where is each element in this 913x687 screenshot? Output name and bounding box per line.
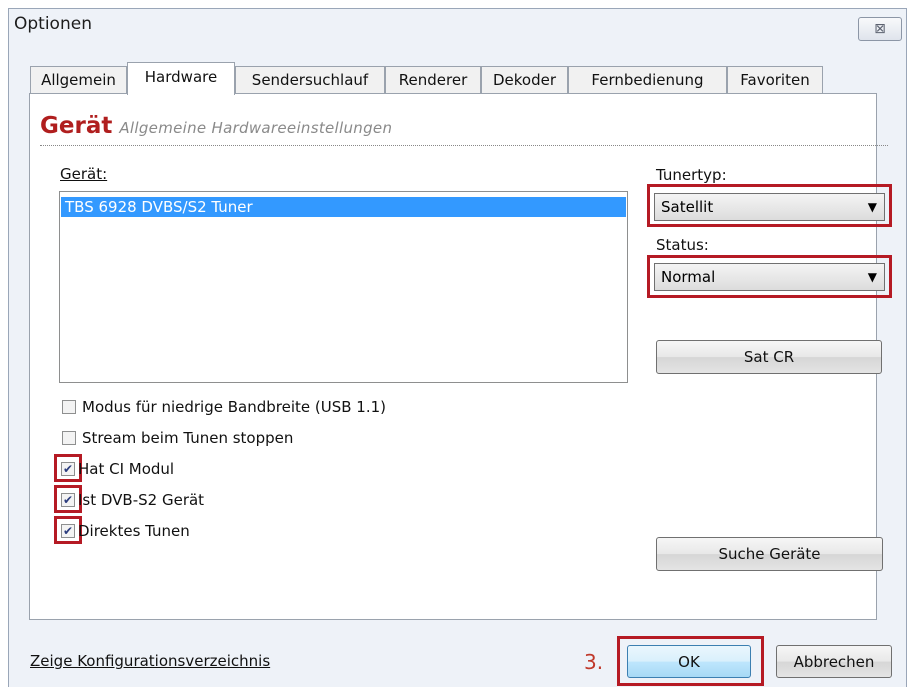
cancel-button[interactable]: Abbrechen: [776, 645, 892, 678]
checkbox-box[interactable]: ✔: [61, 524, 75, 538]
section-heading: Gerät Allgemeine Hardwareeinstellungen: [40, 113, 392, 139]
tab-favoriten[interactable]: Favoriten: [727, 66, 823, 93]
checkbox-label: Modus für niedrige Bandbreite (USB 1.1): [82, 398, 386, 416]
checkbox-label: Direktes Tunen: [78, 522, 190, 540]
tunertyp-label: Tunertyp:: [656, 166, 727, 184]
section-subtitle: Allgemeine Hardwareeinstellungen: [119, 119, 393, 137]
tab-sendersuchlauf[interactable]: Sendersuchlauf: [235, 66, 385, 93]
checkbox-dvb-s2[interactable]: ✔ Ist DVB-S2 Gerät: [61, 491, 204, 509]
status-value: Normal: [661, 268, 716, 286]
checkbox-ci-module[interactable]: ✔ Hat CI Modul: [61, 460, 174, 478]
ok-button[interactable]: OK: [627, 645, 751, 678]
sat-cr-button[interactable]: Sat CR: [656, 340, 882, 374]
checkbox-label: Ist DVB-S2 Gerät: [78, 491, 205, 509]
checkbox-low-bandwidth[interactable]: Modus für niedrige Bandbreite (USB 1.1): [62, 398, 386, 416]
tab-fernbedienung[interactable]: Fernbedienung: [568, 66, 727, 93]
tunertyp-select[interactable]: Satellit ▼: [654, 193, 885, 221]
status-select[interactable]: Normal ▼: [654, 263, 885, 291]
checkbox-box[interactable]: [62, 431, 76, 445]
list-item[interactable]: TBS 6928 DVBS/S2 Tuner: [61, 197, 626, 217]
tab-dekoder[interactable]: Dekoder: [481, 66, 568, 93]
checkmark-icon: ✔: [62, 493, 74, 507]
chevron-down-icon: ▼: [867, 200, 877, 214]
section-divider: [40, 145, 888, 146]
status-label: Status:: [656, 236, 709, 254]
device-label: Gerät:: [60, 165, 108, 183]
checkmark-icon: ✔: [62, 462, 74, 476]
window-title: Optionen: [14, 14, 92, 34]
tab-allgemein[interactable]: Allgemein: [30, 66, 127, 93]
device-listbox[interactable]: TBS 6928 DVBS/S2 Tuner: [59, 191, 628, 383]
tab-renderer[interactable]: Renderer: [385, 66, 481, 93]
section-title: Gerät: [40, 113, 113, 139]
checkbox-direct-tuning[interactable]: ✔ Direktes Tunen: [61, 522, 190, 540]
checkbox-label: Stream beim Tunen stoppen: [82, 429, 294, 447]
close-button[interactable]: ⊠: [858, 17, 902, 41]
checkbox-label: Hat CI Modul: [78, 460, 175, 478]
tunertyp-value: Satellit: [661, 198, 714, 216]
checkbox-box[interactable]: ✔: [61, 493, 75, 507]
checkbox-box[interactable]: [62, 400, 76, 414]
tab-hardware[interactable]: Hardware: [127, 62, 235, 95]
checkmark-icon: ✔: [62, 524, 74, 538]
checkbox-box[interactable]: ✔: [61, 462, 75, 476]
close-icon: ⊠: [874, 21, 886, 37]
step-number: 3.: [584, 650, 604, 674]
chevron-down-icon: ▼: [867, 270, 877, 284]
search-devices-button[interactable]: Suche Geräte: [656, 537, 883, 571]
checkbox-stop-stream[interactable]: Stream beim Tunen stoppen: [62, 429, 293, 447]
config-folder-link[interactable]: Zeige Konfigurationsverzeichnis: [30, 652, 270, 670]
